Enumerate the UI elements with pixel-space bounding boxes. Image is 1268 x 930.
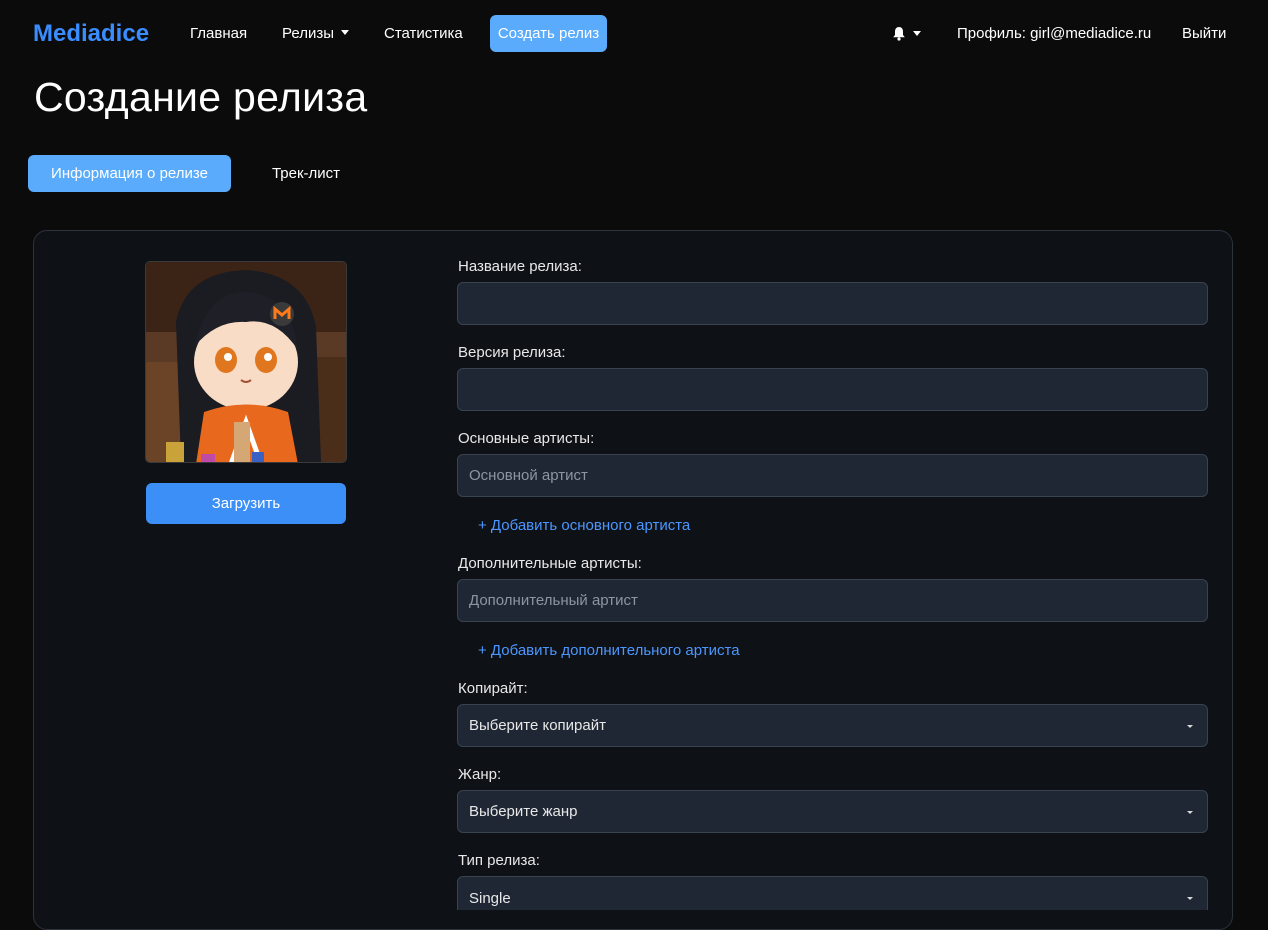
tab-tracklist[interactable]: Трек-лист (245, 155, 367, 192)
nav-releases-label: Релизы (282, 25, 334, 42)
release-type-select[interactable]: Single (457, 876, 1208, 910)
extra-artists-label: Дополнительные артисты: (458, 555, 642, 572)
copyright-select[interactable]: Выберите копирайт (457, 704, 1208, 747)
nav-logout[interactable]: Выйти (1182, 25, 1226, 42)
nav-home[interactable]: Главная (190, 25, 247, 42)
genre-select-value: Выберите жанр (469, 803, 578, 820)
tab-release-info[interactable]: Информация о релизе (28, 155, 231, 192)
chevron-down-icon (340, 30, 349, 35)
release-version-label: Версия релиза: (458, 344, 566, 361)
release-name-input[interactable] (457, 282, 1208, 325)
genre-label: Жанр: (458, 766, 502, 783)
chevron-down-icon (1187, 725, 1193, 728)
release-cover-image (145, 261, 347, 463)
release-type-select-value: Single (469, 890, 511, 907)
chevron-down-icon (1187, 811, 1193, 814)
nav-stats[interactable]: Статистика (384, 25, 463, 42)
genre-select[interactable]: Выберите жанр (457, 790, 1208, 833)
extra-artist-input[interactable] (457, 579, 1208, 622)
copyright-select-value: Выберите копирайт (469, 717, 606, 734)
nav-create-release-button[interactable]: Создать релиз (490, 15, 607, 52)
chevron-down-icon (913, 31, 921, 36)
add-extra-artist-link[interactable]: + Добавить дополнительного артиста (478, 642, 740, 659)
notifications-dropdown[interactable] (892, 26, 921, 41)
chevron-down-icon (1187, 897, 1193, 900)
release-version-input[interactable] (457, 368, 1208, 411)
release-type-label: Тип релиза: (458, 852, 540, 869)
add-main-artist-link[interactable]: + Добавить основного артиста (478, 517, 690, 534)
main-artist-input[interactable] (457, 454, 1208, 497)
main-artists-label: Основные артисты: (458, 430, 595, 447)
nav-releases-dropdown[interactable]: Релизы (282, 25, 349, 42)
cover-artwork (146, 262, 346, 462)
bell-icon (893, 27, 905, 41)
navbar: Mediadice Главная Релизы Статистика Созд… (0, 0, 1268, 68)
upload-cover-button[interactable]: Загрузить (146, 483, 346, 524)
nav-profile[interactable]: Профиль: girl@mediadice.ru (957, 25, 1151, 42)
copyright-label: Копирайт: (458, 680, 528, 697)
brand-logo[interactable]: Mediadice (33, 20, 149, 48)
page-title: Создание релиза (34, 74, 368, 120)
release-name-label: Название релиза: (458, 258, 582, 275)
